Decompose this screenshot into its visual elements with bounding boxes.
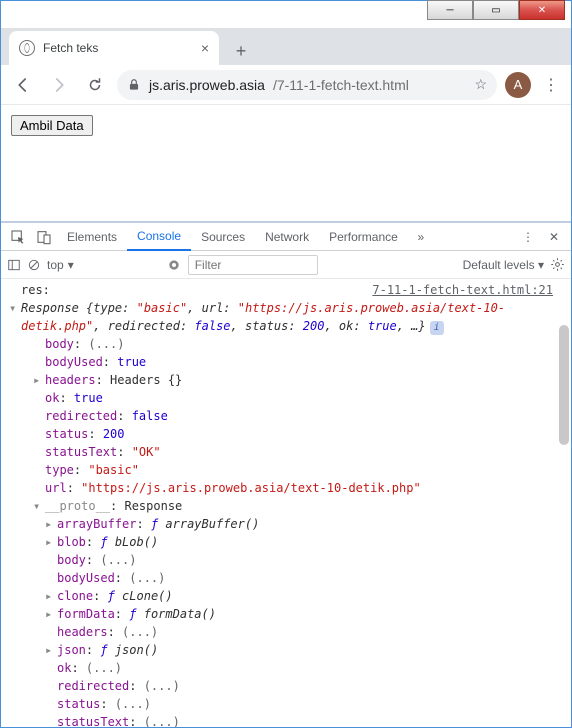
- window-titlebar: ─ ▭ ✕: [1, 1, 571, 29]
- expand-arrow-icon[interactable]: ▸: [45, 515, 57, 533]
- tab-elements[interactable]: Elements: [57, 223, 127, 251]
- devtools-close-icon[interactable]: ✕: [541, 230, 567, 244]
- live-expression-icon[interactable]: [166, 257, 182, 273]
- prop-ok: ok: true: [45, 389, 103, 407]
- proto-arraybuffer: arrayBuffer: ƒ arrayBuffer(): [57, 515, 259, 533]
- browser-tab[interactable]: Fetch teks ×: [9, 31, 219, 65]
- lock-icon: [127, 78, 141, 92]
- prop-bodyused: bodyUsed: true: [45, 353, 146, 371]
- prop-redirected: redirected: false: [45, 407, 168, 425]
- info-icon[interactable]: i: [430, 321, 444, 335]
- expand-arrow-icon[interactable]: ▸: [33, 371, 45, 389]
- browser-toolbar: js.aris.proweb.asia/7-11-1-fetch-text.ht…: [1, 65, 571, 105]
- prop-type: type: "basic": [45, 461, 139, 479]
- tab-network[interactable]: Network: [255, 223, 319, 251]
- prop-body: body: (...): [45, 335, 124, 353]
- proto-headers: headers: (...): [57, 623, 158, 641]
- forward-button[interactable]: [45, 71, 73, 99]
- bookmark-star-icon[interactable]: ☆: [474, 76, 487, 93]
- console-settings-icon[interactable]: [550, 257, 565, 272]
- log-prefix: res:: [21, 281, 50, 299]
- browser-tab-strip: Fetch teks × +: [1, 29, 571, 65]
- expand-arrow-icon[interactable]: ▸: [45, 587, 57, 605]
- console-output[interactable]: 7-11-1-fetch-text.html:21 res: ▾Response…: [1, 279, 571, 727]
- console-toolbar: top▾ Default levels ▾: [1, 251, 571, 279]
- proto-bodyused: bodyUsed: (...): [57, 569, 165, 587]
- proto-redirected: redirected: (...): [57, 677, 180, 695]
- ambil-data-button[interactable]: Ambil Data: [11, 115, 93, 136]
- context-selector[interactable]: top▾: [47, 258, 74, 272]
- devtools-tab-bar: Elements Console Sources Network Perform…: [1, 223, 571, 251]
- tab-console[interactable]: Console: [127, 223, 191, 251]
- url-path: /7-11-1-fetch-text.html: [273, 77, 409, 93]
- address-bar[interactable]: js.aris.proweb.asia/7-11-1-fetch-text.ht…: [117, 70, 497, 100]
- inspect-element-icon[interactable]: [5, 229, 31, 245]
- console-sidebar-toggle-icon[interactable]: [7, 258, 21, 272]
- new-tab-button[interactable]: +: [227, 37, 255, 65]
- window-maximize-button[interactable]: ▭: [473, 0, 519, 20]
- expand-arrow-icon[interactable]: ▸: [45, 605, 57, 623]
- device-toolbar-icon[interactable]: [31, 229, 57, 245]
- prop-proto: __proto__: Response: [45, 497, 182, 515]
- profile-avatar[interactable]: A: [505, 72, 531, 98]
- expand-arrow-icon[interactable]: ▸: [45, 641, 57, 659]
- proto-status: status: (...): [57, 695, 151, 713]
- context-label: top: [47, 258, 64, 272]
- tab-performance[interactable]: Performance: [319, 223, 408, 251]
- response-summary: Response {type: "basic", url: "https://j…: [21, 299, 571, 335]
- url-host: js.aris.proweb.asia: [149, 77, 265, 93]
- source-location-link[interactable]: 7-11-1-fetch-text.html:21: [372, 281, 553, 299]
- log-levels-selector[interactable]: Default levels ▾: [463, 258, 544, 272]
- globe-icon: [19, 40, 35, 56]
- proto-json: json: ƒ json(): [57, 641, 158, 659]
- clear-console-icon[interactable]: [27, 258, 41, 272]
- page-content: Ambil Data: [1, 105, 571, 221]
- console-filter-input[interactable]: [188, 255, 318, 275]
- tab-close-icon[interactable]: ×: [201, 40, 209, 56]
- tab-title: Fetch teks: [43, 41, 98, 55]
- window-minimize-button[interactable]: ─: [427, 0, 473, 20]
- back-button[interactable]: [9, 71, 37, 99]
- window-close-button[interactable]: ✕: [519, 0, 565, 20]
- browser-menu-button[interactable]: ⋮: [539, 75, 563, 95]
- prop-headers: headers: Headers {}: [45, 371, 182, 389]
- proto-body: body: (...): [57, 551, 136, 569]
- proto-ok: ok: (...): [57, 659, 122, 677]
- proto-clone: clone: ƒ cLone(): [57, 587, 173, 605]
- prop-url: url: "https://js.aris.proweb.asia/text-1…: [45, 479, 421, 497]
- scrollbar-thumb[interactable]: [559, 325, 569, 445]
- tab-sources[interactable]: Sources: [191, 223, 255, 251]
- expand-arrow-icon[interactable]: ▸: [45, 533, 57, 551]
- proto-blob: blob: ƒ bLob(): [57, 533, 158, 551]
- prop-status: status: 200: [45, 425, 125, 443]
- proto-formdata: formData: ƒ formData(): [57, 605, 216, 623]
- more-tabs-icon[interactable]: »: [408, 230, 434, 244]
- devtools-panel: Elements Console Sources Network Perform…: [1, 221, 571, 727]
- prop-statustext: statusText: "OK": [45, 443, 161, 461]
- devtools-menu-icon[interactable]: ⋮: [515, 230, 541, 244]
- proto-statustext: statusText: (...): [57, 713, 180, 727]
- expand-arrow-icon[interactable]: ▾: [33, 497, 45, 515]
- expand-arrow-icon[interactable]: ▾: [9, 299, 21, 317]
- reload-button[interactable]: [81, 71, 109, 99]
